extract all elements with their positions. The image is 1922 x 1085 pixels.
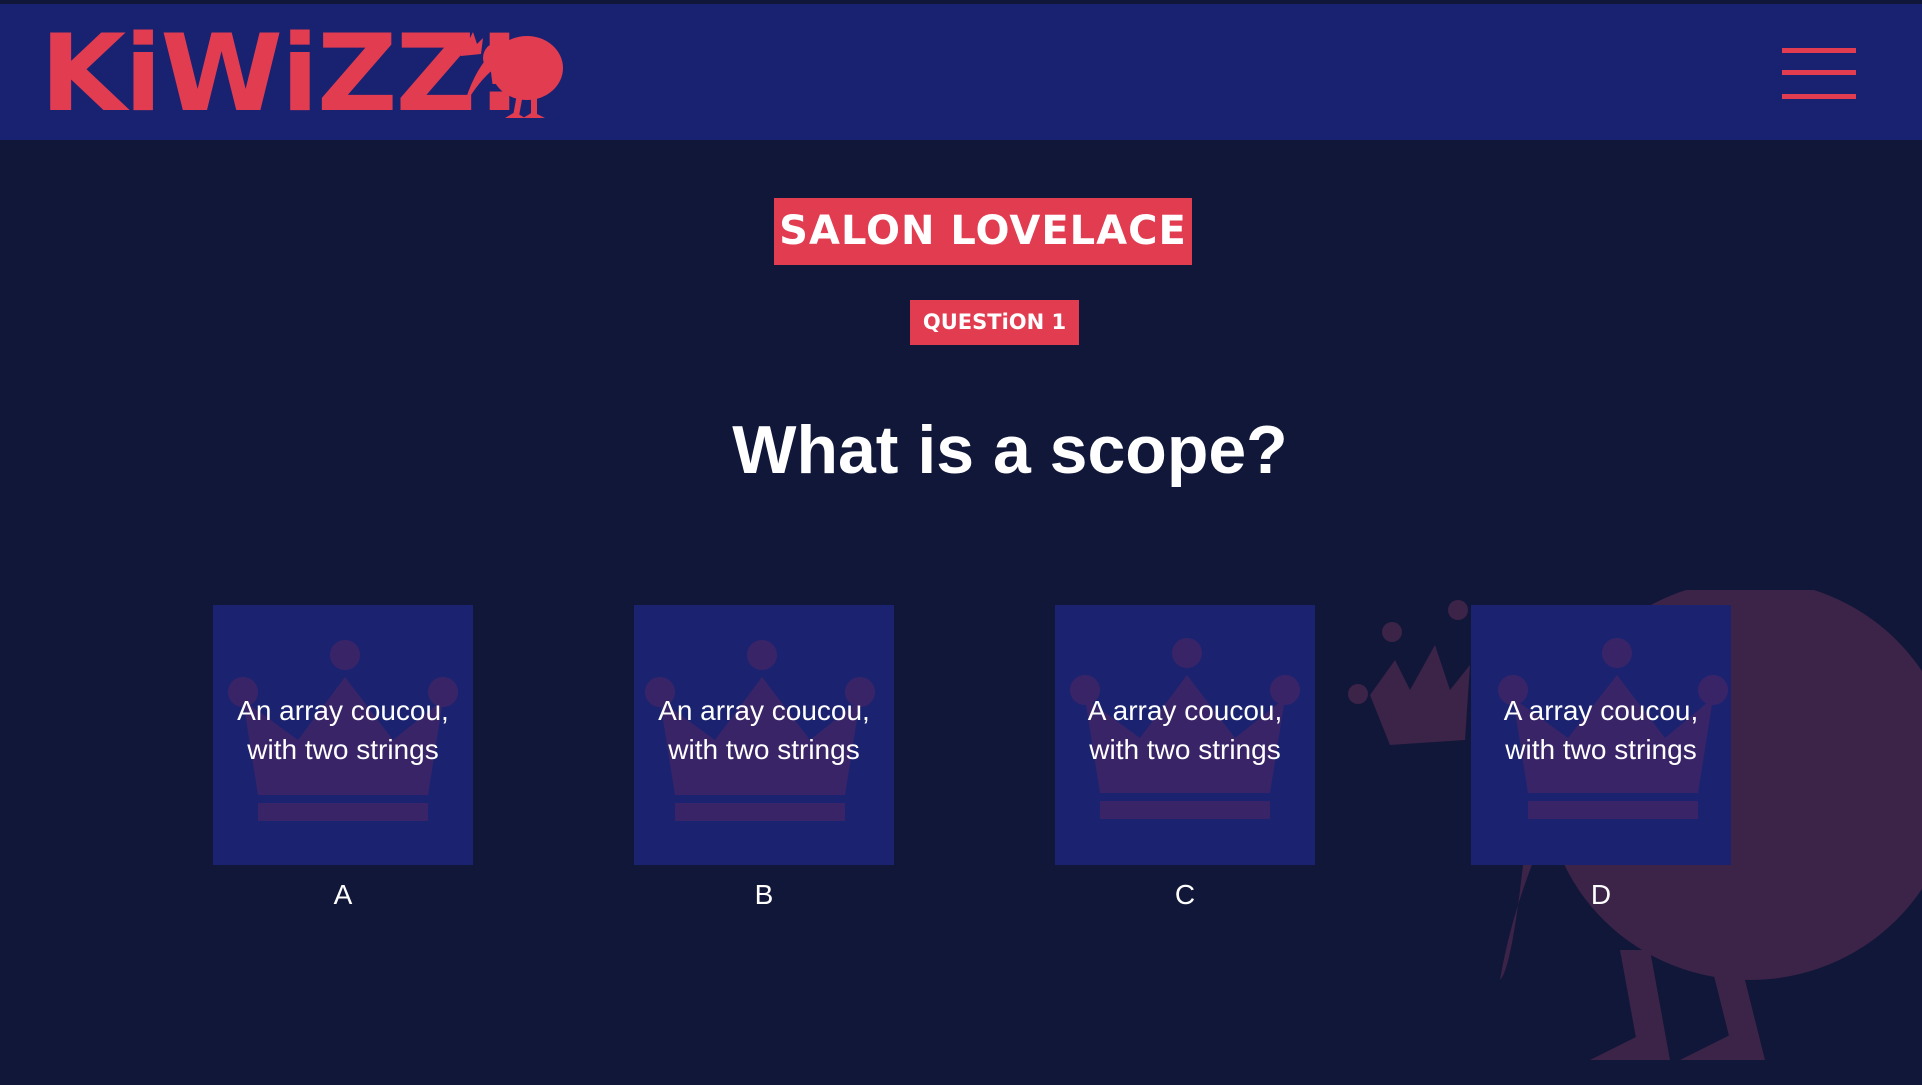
answer-text: An array coucou, with two strings [237,695,449,765]
answer-card-b[interactable]: An array coucou, with two strings [634,605,894,865]
quiz-page: KiWiZZ! SALON LOVELACE QUESTiON 1 What i… [0,0,1922,1085]
answer-option-c: A array coucou, with two strings C [1055,605,1315,913]
hamburger-bar-middle [1782,70,1856,75]
answer-card-d[interactable]: A array coucou, with two strings [1471,605,1731,865]
question-title: What is a scope? [732,412,1288,488]
answer-letter: D [1590,879,1612,910]
kiwi-bird-crown-icon[interactable] [455,28,567,120]
answer-letter: C [1174,879,1196,910]
answer-text: An array coucou, with two strings [658,695,870,765]
answer-option-b: An array coucou, with two strings B [634,605,894,913]
hamburger-menu-icon [1782,48,1856,53]
top-header: KiWiZZ! [0,4,1922,140]
answer-option-a: An array coucou, with two strings A [213,605,473,913]
hamburger-menu-button[interactable] [1778,46,1858,104]
room-name-badge: SALON LOVELACE [774,198,1192,265]
question-number-badge: QUESTiON 1 [910,300,1079,345]
answer-card-c[interactable]: A array coucou, with two strings [1055,605,1315,865]
kiwizz-logo-text[interactable]: KiWiZZ! [40,21,525,127]
answer-letter: A [333,879,353,910]
answer-letter: B [754,879,774,910]
answer-card-a[interactable]: An array coucou, with two strings [213,605,473,865]
hamburger-bar-bottom [1782,94,1856,99]
answer-text: A array coucou, with two strings [1503,695,1699,765]
answer-option-d: A array coucou, with two strings D [1471,605,1731,913]
answer-text: A array coucou, with two strings [1087,695,1283,765]
